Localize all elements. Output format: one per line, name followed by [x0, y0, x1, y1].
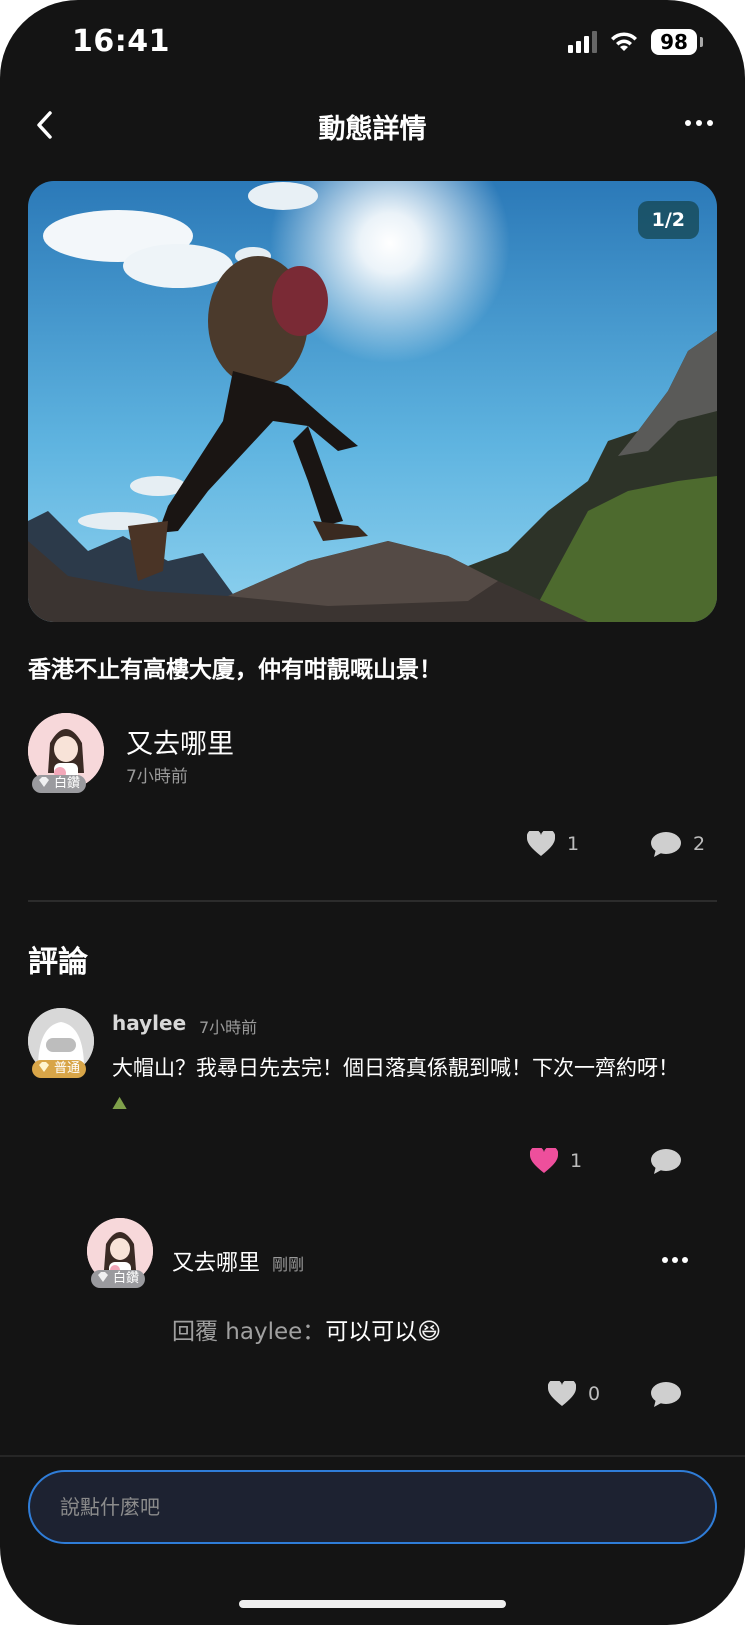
author-name[interactable]: 又去哪里	[126, 722, 234, 761]
post-photo[interactable]: 1/2	[28, 181, 717, 622]
header: 動態詳情	[0, 95, 745, 155]
comment-icon	[651, 832, 681, 857]
like-button[interactable]: 1	[527, 829, 579, 859]
more-icon	[685, 120, 713, 126]
author-avatar[interactable]: 白鑽	[28, 713, 104, 793]
comment-input[interactable]	[30, 1472, 715, 1542]
reply-button[interactable]	[651, 1146, 681, 1176]
status-time: 16:41	[72, 24, 170, 59]
reply-like-count: 0	[588, 1383, 601, 1405]
reply-body: 可以可以	[325, 1319, 418, 1345]
user-badge: 白鑽	[91, 1270, 146, 1288]
heart-icon	[530, 1148, 558, 1173]
status-icons: 98	[568, 28, 703, 56]
phone-screen: 16:41 98 動態詳情 1/2 香港不止有高樓大廈，仲有咁靚嘅山景！ 白鑽 …	[0, 0, 745, 1625]
reply-like-button[interactable]: 0	[548, 1379, 600, 1409]
like-count: 1	[567, 833, 580, 855]
hiker-photo	[28, 181, 717, 622]
heart-icon	[527, 831, 555, 856]
reply-author-avatar[interactable]: 白鑽	[87, 1218, 153, 1288]
post-caption: 香港不止有高樓大廈，仲有咁靚嘅山景！	[28, 657, 442, 683]
more-button[interactable]	[679, 105, 719, 141]
comment-like-count: 1	[570, 1150, 583, 1172]
comments-title: 評論	[28, 945, 88, 980]
comment-button[interactable]: 2	[651, 829, 705, 859]
comment-text: 大帽山？我尋日先去完！個日落真係靚到喊！下次一齊約呀！ ⛰	[112, 1051, 712, 1121]
reply-time: 剛剛	[272, 1255, 305, 1274]
diamond-icon	[98, 1272, 108, 1282]
comment-body: 大帽山？我尋日先去完！個日落真係靚到喊！下次一齊約呀！	[112, 1056, 679, 1080]
heart-icon	[548, 1381, 576, 1406]
commenter-avatar[interactable]: 普通	[28, 1008, 94, 1078]
user-badge: 白鑽	[32, 775, 87, 793]
comment-time: 7小時前	[199, 1018, 258, 1037]
more-icon	[662, 1257, 688, 1263]
commenter-name[interactable]: haylee	[112, 1011, 186, 1035]
comment-like-button[interactable]: 1	[530, 1146, 582, 1176]
comment-count: 2	[693, 833, 706, 855]
signal-icon	[568, 31, 597, 53]
reply-author-name[interactable]: 又去哪里	[172, 1245, 260, 1277]
page-title: 動態詳情	[318, 114, 427, 145]
mountain-emoji: ⛰	[112, 1093, 128, 1114]
wifi-icon	[611, 32, 637, 51]
comment-icon	[651, 1149, 681, 1174]
reply-comment-button[interactable]	[651, 1379, 681, 1409]
badge-label: 白鑽	[113, 1271, 140, 1286]
battery-indicator: 98	[651, 29, 703, 55]
badge-label: 普通	[54, 1061, 81, 1076]
laughing-emoji: 😆	[417, 1319, 442, 1345]
divider	[28, 900, 717, 902]
badge-label: 白鑽	[54, 776, 81, 791]
diamond-icon	[39, 1062, 49, 1072]
author-post-time: 7小時前	[126, 767, 188, 787]
reply-more-button[interactable]	[660, 1250, 690, 1270]
divider	[0, 1455, 745, 1457]
reply-text: 回覆 haylee：可以可以😆	[172, 1312, 441, 1346]
comment-input-container[interactable]	[28, 1470, 717, 1544]
home-indicator[interactable]	[239, 1600, 506, 1608]
user-badge: 普通	[32, 1060, 87, 1078]
photo-page-indicator: 1/2	[637, 201, 699, 239]
comment-icon	[651, 1382, 681, 1407]
diamond-icon	[39, 777, 49, 787]
reply-prefix: 回覆 haylee：	[172, 1319, 326, 1345]
